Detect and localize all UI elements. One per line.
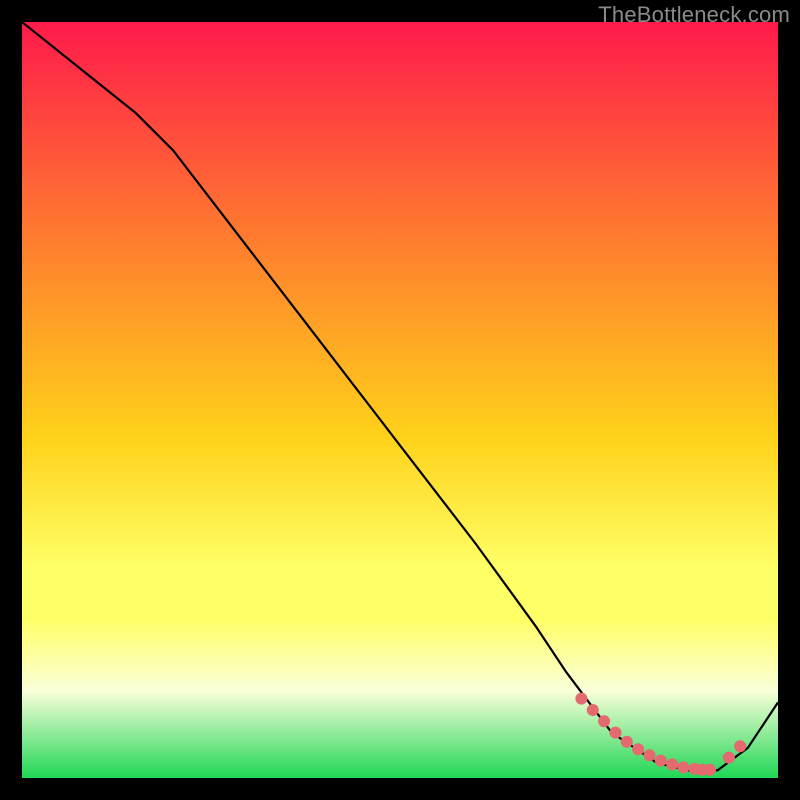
watermark-text: TheBottleneck.com — [598, 2, 790, 28]
marker-point — [723, 752, 735, 764]
chart-plot-area — [22, 22, 778, 778]
marker-point — [644, 749, 656, 761]
marker-point — [575, 693, 587, 705]
curve-markers — [575, 693, 746, 776]
bottleneck-curve — [22, 22, 778, 770]
app-frame: TheBottleneck.com — [0, 0, 800, 800]
marker-point — [610, 727, 622, 739]
marker-point — [587, 704, 599, 716]
marker-point — [666, 758, 678, 770]
marker-point — [734, 740, 746, 752]
marker-point — [598, 715, 610, 727]
marker-point — [621, 736, 633, 748]
marker-point — [678, 761, 690, 773]
marker-point — [632, 743, 644, 755]
chart-curve-layer — [22, 22, 778, 778]
marker-point — [704, 764, 716, 776]
marker-point — [655, 755, 667, 767]
